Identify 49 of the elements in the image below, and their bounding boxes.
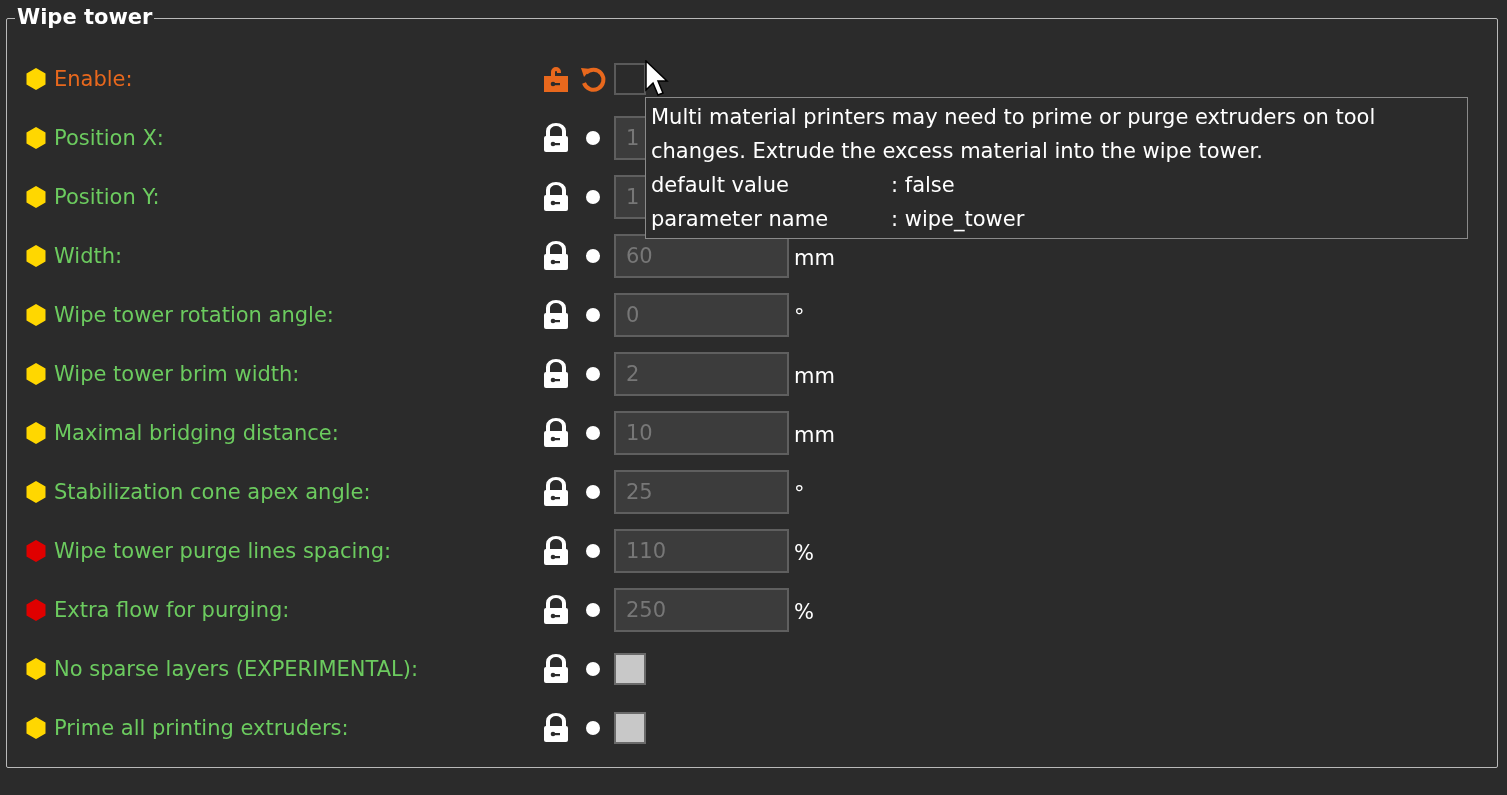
dot-icon[interactable]	[586, 484, 600, 499]
dot-icon[interactable]	[586, 720, 600, 735]
setting-label: Stabilization cone apex angle:	[54, 479, 371, 504]
unit-label: %	[794, 599, 814, 624]
hexagon-icon	[25, 598, 47, 621]
setting-label: Wipe tower brim width:	[54, 361, 300, 386]
detail-label: default value	[651, 172, 790, 199]
hexagon-icon	[25, 480, 47, 503]
hexagon-icon	[25, 657, 47, 680]
checkbox[interactable]	[614, 62, 646, 95]
unit-label: mm	[794, 422, 835, 447]
setting-label: Wipe tower purge lines spacing:	[54, 538, 392, 563]
unit-label: mm	[794, 245, 835, 270]
mouse-cursor-icon	[645, 60, 669, 98]
setting-label: Position X:	[54, 125, 164, 150]
hexagon-icon	[25, 244, 47, 267]
detail-value: : false	[891, 172, 955, 199]
dot-icon[interactable]	[586, 366, 600, 381]
setting-label: No sparse layers (EXPERIMENTAL):	[54, 656, 419, 681]
hexagon-icon	[25, 716, 47, 739]
dot-icon[interactable]	[586, 661, 600, 676]
unit-label: mm	[794, 363, 835, 388]
setting-label: Maximal bridging distance:	[54, 420, 339, 445]
dot-icon[interactable]	[586, 543, 600, 558]
dot-icon[interactable]	[586, 130, 600, 145]
unit-label: °	[794, 481, 805, 506]
hexagon-icon	[25, 185, 47, 208]
dot-icon[interactable]	[586, 307, 600, 322]
tooltip-text: Multi material printers may need to prime or purge extruders on tool changes. Extrude the excess material into the wipe tower.	[651, 104, 1377, 165]
dot-icon[interactable]	[586, 248, 600, 263]
setting-label: Prime all printing extruders:	[54, 715, 349, 740]
unit-label: °	[794, 304, 805, 329]
setting-label: Position Y:	[54, 184, 160, 209]
setting-label: Wipe tower rotation angle:	[54, 302, 334, 327]
hexagon-icon	[25, 421, 47, 444]
dot-icon[interactable]	[586, 189, 600, 204]
hexagon-icon	[25, 539, 47, 562]
setting-label: Enable:	[54, 66, 133, 91]
hexagon-icon	[25, 362, 47, 385]
detail-label: parameter name	[651, 206, 830, 233]
hexagon-icon	[25, 67, 47, 90]
dot-icon[interactable]	[586, 602, 600, 617]
dot-icon[interactable]	[586, 425, 600, 440]
hexagon-icon	[25, 303, 47, 326]
setting-label: Width:	[54, 243, 123, 268]
unit-label: %	[794, 540, 814, 565]
setting-label: Extra flow for purging:	[54, 597, 290, 622]
hexagon-icon	[25, 126, 47, 149]
detail-value: : wipe_tower	[891, 206, 1025, 234]
